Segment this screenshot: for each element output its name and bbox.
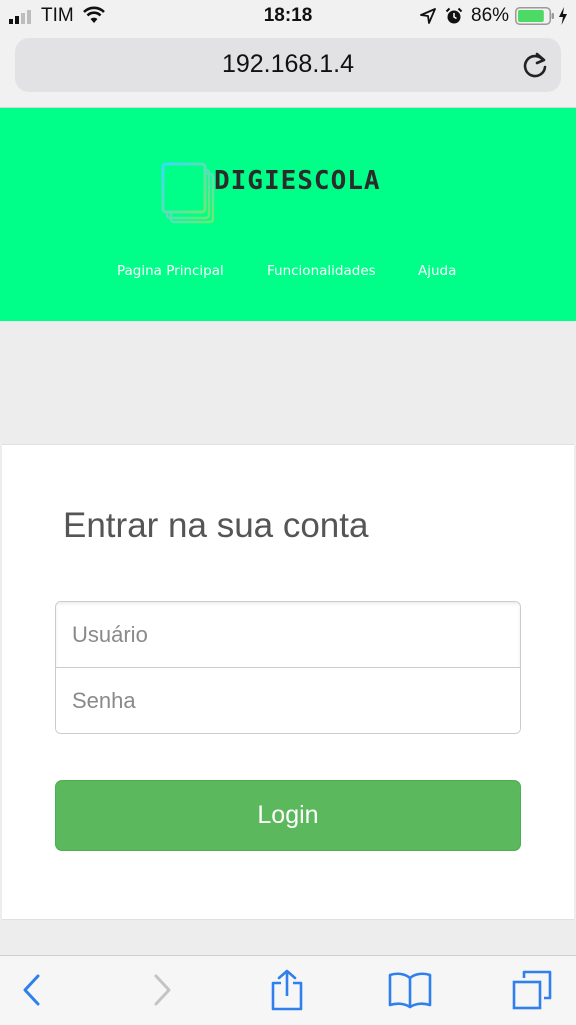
chevron-right-icon: [154, 974, 171, 1006]
battery-icon: [515, 7, 554, 25]
book-icon: [388, 972, 432, 1009]
bookmarks-button[interactable]: [388, 968, 432, 1012]
logo-icon: [161, 162, 215, 224]
share-icon: [271, 969, 303, 1011]
login-title: Entrar na sua conta: [63, 506, 369, 545]
forward-button[interactable]: [140, 968, 184, 1012]
back-button[interactable]: [10, 968, 54, 1012]
battery-percentage: 86%: [471, 5, 510, 26]
tabs-button[interactable]: [510, 968, 554, 1012]
login-card: Entrar na sua conta Login: [2, 444, 574, 920]
location-arrow-icon: [420, 8, 436, 24]
url-text[interactable]: 192.168.1.4: [15, 50, 561, 79]
login-button[interactable]: Login: [55, 780, 521, 851]
nav-link-help[interactable]: Ajuda: [418, 263, 456, 279]
nav-link-home[interactable]: Pagina Principal: [117, 263, 224, 279]
charging-bolt-icon: [559, 7, 567, 25]
reload-icon[interactable]: [521, 51, 549, 79]
alarm-clock-icon: [445, 7, 463, 24]
nav-link-features[interactable]: Funcionalidades: [267, 263, 376, 279]
share-button[interactable]: [265, 968, 309, 1012]
password-input[interactable]: [56, 668, 520, 733]
status-bar: TIM 18:18 86%: [0, 0, 576, 32]
site-header: DIGIESCOLA Pagina Principal Funcionalida…: [0, 108, 576, 321]
chevron-left-icon: [23, 974, 40, 1006]
brand-name: DIGIESCOLA: [214, 166, 381, 196]
tabs-icon: [512, 970, 552, 1010]
credentials-group: [55, 601, 521, 734]
username-input[interactable]: [56, 602, 520, 668]
address-bar[interactable]: 192.168.1.4: [15, 38, 561, 92]
browser-toolbar: [0, 955, 576, 1025]
